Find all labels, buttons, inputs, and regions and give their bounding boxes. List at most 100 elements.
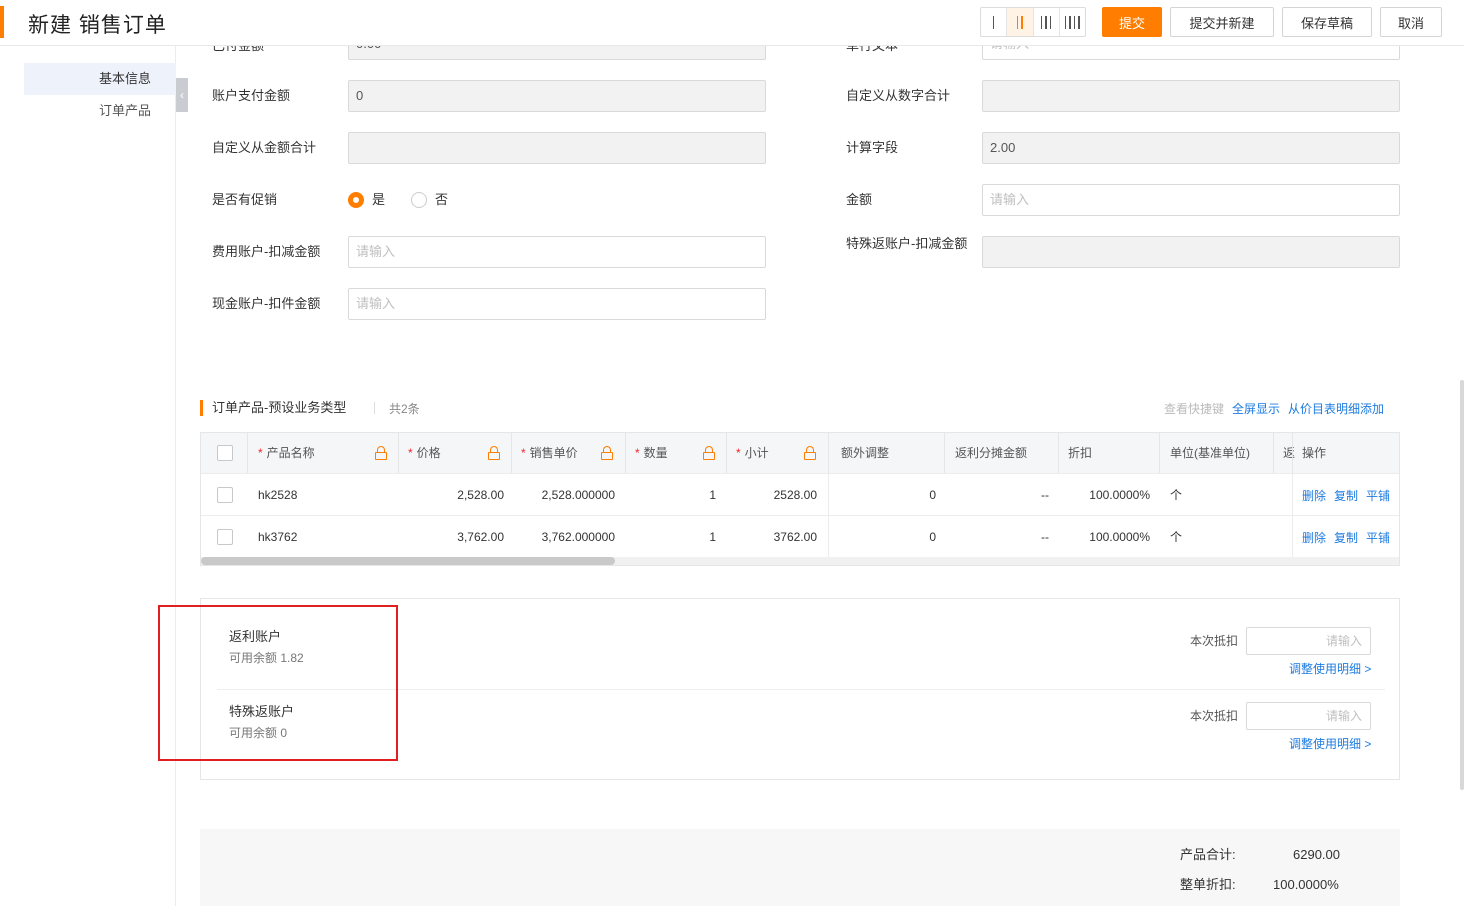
- col-extra-adjust: 额外调整: [841, 446, 890, 460]
- col-rebate-share: 返利分摊金额: [955, 446, 1028, 460]
- col-price: * 价格: [408, 446, 441, 460]
- account-pay-label: 账户支付金额: [212, 88, 291, 103]
- cell-unit-price[interactable]: 3,762.000000: [511, 516, 615, 558]
- rebate-deduct-label: 本次抵扣: [1190, 634, 1239, 648]
- lock-icon: [601, 446, 613, 460]
- cell-extra-adjust[interactable]: 0: [828, 474, 936, 516]
- col-rebate-truncated: 返: [1283, 446, 1296, 460]
- page-vertical-scrollbar[interactable]: [1460, 380, 1464, 790]
- cell-subtotal: 3762.00: [773, 530, 817, 544]
- submit-button[interactable]: 提交: [1102, 7, 1162, 37]
- page-title: 新建 销售订单: [28, 14, 167, 37]
- product-total-value: 6290.00: [1293, 847, 1340, 862]
- row-tile-link[interactable]: 平铺: [1366, 487, 1390, 504]
- cell-price: 2,528.00: [457, 488, 504, 502]
- amount-label: 金额: [846, 192, 873, 207]
- cell-subtotal: 2528.00: [773, 488, 817, 502]
- product-total-label: 产品合计:: [1180, 847, 1236, 862]
- special-deduct-field: [982, 236, 1400, 268]
- cell-product-name[interactable]: hk3762: [258, 516, 297, 558]
- promotion-yes-label: 是: [372, 192, 386, 207]
- promotion-label: 是否有促销: [212, 192, 278, 207]
- cell-unit-price[interactable]: 2,528.000000: [511, 474, 615, 516]
- fullscreen-link[interactable]: 全屏显示: [1232, 400, 1280, 417]
- col-quantity: * 数量: [635, 446, 668, 460]
- select-all-checkbox[interactable]: [217, 445, 233, 461]
- col-subtotal: * 小计: [736, 446, 769, 460]
- row-checkbox[interactable]: [217, 487, 233, 503]
- layout-4-column-option[interactable]: [1060, 8, 1085, 36]
- rebate-deduct-input[interactable]: 请输入: [1246, 627, 1371, 655]
- rebate-adjust-detail-link[interactable]: 调整使用明细 >: [1289, 660, 1371, 677]
- special-deduct-input[interactable]: 请输入: [1246, 702, 1371, 730]
- account-pay-field: 0: [348, 80, 766, 112]
- title-divider: [374, 402, 375, 414]
- collapse-sidebar-chevron-left-icon[interactable]: ‹: [176, 78, 188, 112]
- nav-item-order-products[interactable]: 订单产品: [24, 95, 176, 127]
- row-copy-link[interactable]: 复制: [1334, 487, 1358, 504]
- layout-2-column-option[interactable]: [1007, 8, 1034, 36]
- cell-rebate-share: --: [1041, 488, 1049, 502]
- promotion-no-label: 否: [435, 192, 449, 207]
- add-from-price-list-link[interactable]: 从价目表明细添加: [1288, 400, 1384, 417]
- custom-num-sum-field: [982, 80, 1400, 112]
- table-scroll-thumb[interactable]: [201, 557, 615, 565]
- calc-field-label: 计算字段: [846, 140, 899, 155]
- cell-unit: 个: [1170, 530, 1183, 544]
- amount-input[interactable]: 请输入: [982, 184, 1400, 216]
- order-summary: 产品合计: 6290.00 整单折扣: 100.0000%: [200, 829, 1400, 906]
- layout-3-column-option[interactable]: [1034, 8, 1060, 36]
- custom-num-sum-label: 自定义从数字合计: [846, 88, 951, 103]
- cell-quantity[interactable]: 1: [625, 516, 716, 558]
- lock-icon: [488, 446, 500, 460]
- row-delete-link[interactable]: 删除: [1302, 529, 1326, 546]
- products-section-title: 订单产品-预设业务类型: [212, 400, 347, 415]
- cell-quantity[interactable]: 1: [625, 474, 716, 516]
- custom-amount-sum-field: [348, 132, 766, 164]
- col-product-name: * 产品名称: [258, 446, 315, 460]
- cash-deduct-label: 现金账户-扣件金额: [212, 296, 321, 311]
- order-discount-label: 整单折扣:: [1180, 877, 1236, 892]
- col-unit: 单位(基准单位): [1170, 446, 1250, 460]
- cell-discount[interactable]: 100.0000%: [1058, 516, 1150, 558]
- row-tile-link[interactable]: 平铺: [1366, 529, 1390, 546]
- promotion-no-radio[interactable]: [411, 192, 427, 208]
- lock-icon: [804, 446, 816, 460]
- table-header: * 产品名称 * 价格 * 销售单价 * 数量 * 小计 额外调整 返利分摊金额 折扣 单…: [201, 433, 1399, 473]
- cancel-button[interactable]: 取消: [1380, 7, 1442, 37]
- row-copy-link[interactable]: 复制: [1334, 529, 1358, 546]
- expense-deduct-input[interactable]: 请输入: [348, 236, 766, 268]
- products-table: * 产品名称 * 价格 * 销售单价 * 数量 * 小计 额外调整 返利分摊金额 折扣 单…: [200, 432, 1400, 566]
- title-accent-bar: [0, 6, 4, 38]
- cell-rebate-share: --: [1041, 530, 1049, 544]
- lock-icon: [703, 446, 715, 460]
- save-draft-button[interactable]: 保存草稿: [1282, 7, 1372, 37]
- layout-1-column-option[interactable]: [981, 8, 1008, 36]
- cash-deduct-input[interactable]: 请输入: [348, 288, 766, 320]
- cell-extra-adjust[interactable]: 0: [828, 516, 936, 558]
- calc-field: 2.00: [982, 132, 1400, 164]
- table-row: hk3762 3,762.00 3,762.000000 1 3762.00 0…: [201, 515, 1399, 557]
- section-nav: 基本信息 订单产品: [0, 46, 176, 906]
- promotion-yes-radio[interactable]: [348, 192, 364, 208]
- view-shortcuts-link[interactable]: 查看快捷键: [1164, 400, 1224, 417]
- order-discount-value: 100.0000%: [1273, 877, 1339, 892]
- row-checkbox[interactable]: [217, 529, 233, 545]
- special-adjust-detail-link[interactable]: 调整使用明细 >: [1289, 735, 1371, 752]
- section-accent-bar: [200, 400, 203, 416]
- custom-amount-sum-label: 自定义从金额合计: [212, 140, 317, 155]
- col-discount: 折扣: [1068, 446, 1093, 460]
- table-row: hk2528 2,528.00 2,528.000000 1 2528.00 0…: [201, 473, 1399, 515]
- lock-icon: [375, 446, 387, 460]
- cell-product-name[interactable]: hk2528: [258, 474, 297, 516]
- special-deduct-label: 本次抵扣: [1190, 709, 1239, 723]
- cell-discount[interactable]: 100.0000%: [1058, 474, 1150, 516]
- column-layout-switch[interactable]: [980, 7, 1086, 37]
- row-delete-link[interactable]: 删除: [1302, 487, 1326, 504]
- nav-item-basic-info[interactable]: 基本信息: [24, 63, 176, 95]
- highlight-annotation-box: [158, 605, 398, 761]
- cell-unit: 个: [1170, 488, 1183, 502]
- col-unit-price: * 销售单价: [521, 446, 578, 460]
- submit-and-new-button[interactable]: 提交并新建: [1170, 7, 1274, 37]
- top-bar: 新建 销售订单 提交 提交并新建 保存草稿 取消: [0, 0, 1464, 46]
